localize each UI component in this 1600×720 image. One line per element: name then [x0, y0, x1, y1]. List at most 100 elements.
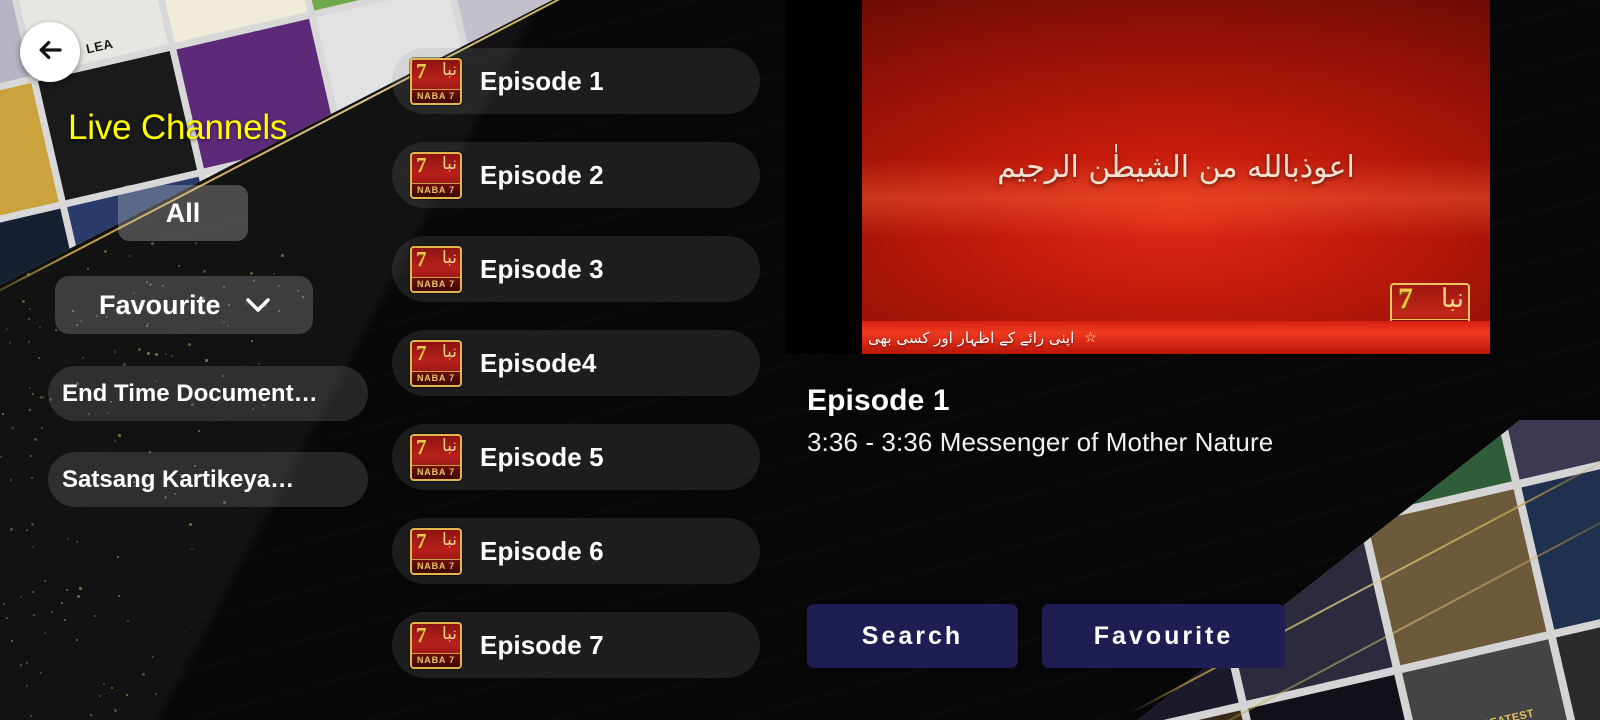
- star-dot: [64, 618, 67, 621]
- star-dot: [164, 352, 167, 355]
- star-dot: [90, 714, 93, 717]
- star-dot: [5, 327, 8, 330]
- app-root: LEAJOB VACANCYniesOCTOBER SKYCOGreat Cha…: [0, 0, 1600, 720]
- chevron-down-icon: [243, 295, 273, 315]
- star-dot: [39, 671, 42, 674]
- video-player[interactable]: اعوذبالله من الشيطٰن الرجيم 7 نبا NABA 7…: [785, 0, 1490, 354]
- star-dot: [8, 342, 11, 345]
- channel-logo-arabic: نبا: [1440, 283, 1464, 313]
- star-dot: [26, 684, 29, 687]
- episode-title: Episode 3: [480, 253, 604, 284]
- channel-logo-icon: 7 نبا NABA 7: [410, 621, 462, 669]
- star-dot: [197, 429, 200, 432]
- channel-logo-wordmark: NABA 7: [412, 370, 460, 385]
- channel-logo-number: 7: [416, 528, 427, 553]
- now-playing-title: Episode 1: [807, 384, 950, 417]
- star-dot: [79, 586, 83, 590]
- star-dot: [205, 359, 209, 363]
- episode-list-item[interactable]: 7 نبا NABA 7 Episode 1: [392, 48, 760, 114]
- star-dot: [128, 255, 131, 258]
- star-dot: [31, 392, 34, 395]
- star-dot: [117, 595, 120, 598]
- channel-logo-arabic: نبا: [441, 247, 457, 267]
- collage-tile-caption: THE GREATEST SHOWMAN: [1416, 701, 1568, 720]
- star-dot: [60, 602, 63, 605]
- channel-logo-arabic: نبا: [441, 529, 457, 549]
- channel-logo-icon: 7 نبا NABA 7: [410, 151, 462, 199]
- star-dot: [203, 270, 207, 274]
- star-dot: [147, 351, 151, 355]
- star-dot: [2, 412, 5, 415]
- channel-logo-arabic: نبا: [441, 435, 457, 455]
- episode-list-item[interactable]: 7 نبا NABA 7 Episode 6: [392, 518, 760, 584]
- star-dot: [11, 426, 14, 429]
- channel-logo-number: 7: [416, 152, 427, 177]
- category-label: End Time Document…: [62, 379, 318, 407]
- episode-list-item[interactable]: 7 نبا NABA 7 Episode4: [392, 330, 760, 396]
- channel-logo-wordmark: NABA 7: [412, 652, 460, 667]
- search-button[interactable]: Search: [807, 604, 1018, 668]
- favourite-button[interactable]: Favourite: [1042, 604, 1285, 668]
- star-dot: [103, 250, 107, 254]
- sidebar-item-category-1[interactable]: Satsang Kartikeya…: [48, 452, 368, 507]
- arrow-left-icon: [35, 35, 65, 70]
- episode-list-item[interactable]: 7 نبا NABA 7 Episode 5: [392, 424, 760, 490]
- episode-list-item[interactable]: 7 نبا NABA 7 Episode 7: [392, 612, 760, 678]
- channel-logo-arabic: نبا: [441, 341, 457, 361]
- channel-logo-wordmark: NABA 7: [412, 558, 460, 573]
- sidebar-item-category-0[interactable]: End Time Document…: [48, 366, 368, 421]
- star-dot: [189, 523, 193, 527]
- news-ticker: اپنی رائے کے اظہار اور کسی بھی ☆: [862, 321, 1490, 354]
- star-dot: [114, 709, 118, 713]
- star-dot: [155, 692, 158, 695]
- star-dot: [11, 639, 14, 642]
- channel-logo-arabic: نبا: [441, 59, 457, 79]
- star-dot: [126, 619, 129, 622]
- filter-all-button[interactable]: All: [118, 185, 248, 241]
- channel-logo-wordmark: NABA 7: [412, 276, 460, 291]
- channel-logo-icon: 7 نبا NABA 7: [410, 527, 462, 575]
- channel-logo-number: 7: [416, 246, 427, 271]
- star-dot: [19, 664, 22, 667]
- star-dot: [21, 299, 25, 303]
- star-dot: [75, 541, 78, 544]
- search-button-label: Search: [861, 621, 964, 650]
- star-dot: [250, 340, 253, 343]
- star-dot: [29, 386, 32, 389]
- back-button[interactable]: [20, 22, 80, 82]
- episode-list-item[interactable]: 7 نبا NABA 7 Episode 3: [392, 236, 760, 302]
- episode-list-item[interactable]: 7 نبا NABA 7 Episode 2: [392, 142, 760, 208]
- filter-favourite-dropdown[interactable]: Favourite: [55, 276, 313, 334]
- channel-logo-icon: 7 نبا NABA 7: [410, 339, 462, 387]
- star-dot: [155, 353, 159, 357]
- star-dot: [30, 454, 33, 457]
- star-dot: [141, 672, 145, 676]
- ticker-text: اپنی رائے کے اظہار اور کسی بھی: [868, 328, 1075, 347]
- episode-list[interactable]: 7 نبا NABA 7 Episode 1 7 نبا NABA 7 Episode 27ن…: [392, 0, 767, 720]
- star-dot: [38, 357, 41, 360]
- star-dot: [9, 528, 13, 532]
- star-dot: [111, 686, 114, 689]
- star-dot: [31, 545, 34, 548]
- episode-title: Episode 7: [480, 629, 604, 660]
- star-dot: [50, 610, 53, 613]
- category-label: Satsang Kartikeya…: [62, 465, 295, 493]
- now-playing-subtitle: 3:36 - 3:36 Messenger of Mother Nature: [807, 427, 1274, 457]
- star-dot: [43, 580, 46, 583]
- star-dot: [93, 615, 96, 617]
- star-dot: [151, 241, 155, 245]
- star-dot: [75, 638, 78, 641]
- channel-logo-number: 7: [416, 58, 427, 83]
- star-dot: [171, 354, 174, 357]
- star-dot: [25, 529, 28, 532]
- video-surface[interactable]: اعوذبالله من الشيطٰن الرجيم 7 نبا NABA 7…: [862, 0, 1490, 354]
- star-dot: [0, 456, 2, 459]
- channel-logo-wordmark: NABA 7: [412, 88, 460, 103]
- star-dot: [117, 433, 121, 437]
- star-dot: [178, 265, 181, 268]
- star-dot: [76, 595, 80, 599]
- channel-logo-number: 7: [1398, 283, 1413, 315]
- star-dot: [195, 241, 198, 244]
- channel-logo-number: 7: [416, 622, 427, 647]
- star-dot: [28, 318, 31, 321]
